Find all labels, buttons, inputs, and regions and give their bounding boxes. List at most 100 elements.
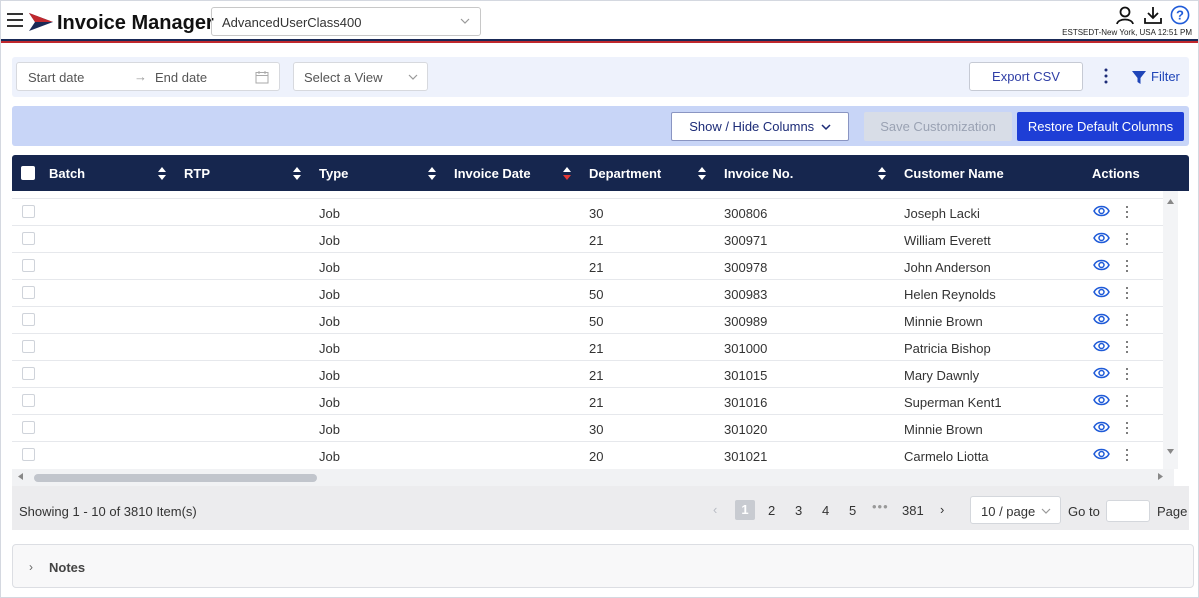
table-row[interactable]: Job 21 301000 Patricia Bishop: [12, 333, 1174, 360]
view-select-placeholder: Select a View: [304, 70, 383, 85]
end-date-input[interactable]: End date: [155, 70, 207, 85]
row-checkbox[interactable]: [22, 313, 35, 326]
row-more-icon[interactable]: [1124, 232, 1130, 246]
view-eye-icon[interactable]: [1093, 231, 1110, 245]
row-more-icon[interactable]: [1124, 421, 1130, 435]
row-more-icon[interactable]: [1124, 394, 1130, 408]
row-more-icon[interactable]: [1124, 286, 1130, 300]
cell-customer-name: Minnie Brown: [904, 422, 983, 437]
scroll-left-icon[interactable]: [18, 473, 23, 480]
row-more-icon[interactable]: [1124, 205, 1130, 219]
horizontal-scrollbar[interactable]: [12, 469, 1174, 486]
table-row[interactable]: Job 50 300983 Helen Reynolds: [12, 279, 1174, 306]
menu-icon[interactable]: [7, 13, 23, 29]
download-icon[interactable]: [1143, 5, 1163, 25]
scrollbar-thumb[interactable]: [34, 474, 317, 482]
help-icon[interactable]: ?: [1170, 5, 1190, 25]
page-ellipsis[interactable]: •••: [872, 499, 889, 514]
column-header-invoice-no[interactable]: Invoice No.: [724, 166, 793, 181]
row-checkbox[interactable]: [22, 232, 35, 245]
row-checkbox[interactable]: [22, 448, 35, 461]
table-row[interactable]: Job 21 301016 Superman Kent1: [12, 387, 1174, 414]
calendar-icon: [255, 71, 269, 84]
notes-panel[interactable]: › Notes: [12, 544, 1194, 588]
row-more-icon[interactable]: [1124, 259, 1130, 273]
view-eye-icon[interactable]: [1093, 339, 1110, 353]
table-row[interactable]: Job 50 300989 Minnie Brown: [12, 306, 1174, 333]
sort-active-icon[interactable]: [563, 167, 571, 180]
cell-department: 30: [589, 422, 604, 437]
column-header-invoice-date[interactable]: Invoice Date: [454, 166, 531, 181]
view-eye-icon[interactable]: [1093, 285, 1110, 299]
scroll-up-icon[interactable]: [1167, 199, 1174, 204]
row-checkbox[interactable]: [22, 340, 35, 353]
header-stripe-red: [1, 41, 1198, 43]
page-4-button[interactable]: 4: [822, 503, 829, 518]
sort-icon[interactable]: [878, 167, 886, 180]
row-checkbox[interactable]: [22, 259, 35, 272]
sort-icon[interactable]: [293, 167, 301, 180]
page-5-button[interactable]: 5: [849, 503, 856, 518]
sort-icon[interactable]: [428, 167, 436, 180]
view-eye-icon[interactable]: [1093, 393, 1110, 407]
table-row[interactable]: Job 21 300971 William Everett: [12, 225, 1174, 252]
view-eye-icon[interactable]: [1093, 312, 1110, 326]
view-eye-icon[interactable]: [1093, 447, 1110, 461]
show-hide-columns-button[interactable]: Show / Hide Columns: [671, 112, 849, 141]
view-eye-icon[interactable]: [1093, 420, 1110, 434]
table-row[interactable]: Job 21 300978 John Anderson: [12, 252, 1174, 279]
row-more-icon[interactable]: [1124, 313, 1130, 327]
column-header-batch[interactable]: Batch: [49, 166, 85, 181]
row-checkbox[interactable]: [22, 286, 35, 299]
view-eye-icon[interactable]: [1093, 258, 1110, 272]
page-size-select[interactable]: 10 / page: [970, 496, 1061, 524]
page-1-button[interactable]: 1: [735, 500, 755, 520]
row-more-icon[interactable]: [1124, 367, 1130, 381]
filter-button[interactable]: Filter: [1132, 69, 1180, 85]
table-row[interactable]: Job 20 301021 Carmelo Liotta: [12, 441, 1174, 468]
cell-department: 50: [589, 314, 604, 329]
cell-department: 30: [589, 206, 604, 221]
cell-type: Job: [319, 368, 340, 383]
column-header-customer-name[interactable]: Customer Name: [904, 166, 1004, 181]
column-header-rtp[interactable]: RTP: [184, 166, 210, 181]
row-checkbox[interactable]: [22, 394, 35, 407]
table-row[interactable]: Job 21 301015 Mary Dawnly: [12, 360, 1174, 387]
page-3-button[interactable]: 3: [795, 503, 802, 518]
save-customization-button[interactable]: Save Customization: [864, 112, 1012, 141]
table-row[interactable]: Job 30 301020 Minnie Brown: [12, 414, 1174, 441]
row-checkbox[interactable]: [22, 367, 35, 380]
view-eye-icon[interactable]: [1093, 204, 1110, 218]
scroll-right-icon[interactable]: [1158, 473, 1163, 480]
vertical-scrollbar[interactable]: [1163, 191, 1178, 469]
chevron-right-icon[interactable]: ›: [29, 560, 33, 574]
goto-page-input[interactable]: [1106, 500, 1150, 522]
view-select[interactable]: Select a View: [293, 62, 428, 91]
scroll-down-icon[interactable]: [1167, 449, 1174, 454]
cell-type: Job: [319, 206, 340, 221]
column-header-department[interactable]: Department: [589, 166, 661, 181]
start-date-input[interactable]: Start date: [28, 70, 84, 85]
more-options-icon[interactable]: [1098, 66, 1114, 86]
export-csv-button[interactable]: Export CSV: [969, 62, 1083, 91]
table-row[interactable]: Job 30 300806 Joseph Lacki: [12, 198, 1174, 225]
page-2-button[interactable]: 2: [768, 503, 775, 518]
row-checkbox[interactable]: [22, 421, 35, 434]
row-checkbox[interactable]: [22, 205, 35, 218]
sort-icon[interactable]: [698, 167, 706, 180]
row-more-icon[interactable]: [1124, 340, 1130, 354]
column-header-type[interactable]: Type: [319, 166, 348, 181]
select-all-checkbox[interactable]: [21, 166, 35, 180]
view-eye-icon[interactable]: [1093, 366, 1110, 380]
user-icon[interactable]: [1115, 5, 1135, 25]
row-more-icon[interactable]: [1124, 448, 1130, 462]
user-class-select[interactable]: AdvancedUserClass400: [211, 7, 481, 36]
next-page-button[interactable]: ›: [940, 502, 944, 517]
last-page-button[interactable]: 381: [902, 503, 924, 518]
restore-default-columns-button[interactable]: Restore Default Columns: [1017, 112, 1184, 141]
filter-label: Filter: [1151, 69, 1180, 84]
cell-department: 21: [589, 260, 604, 275]
prev-page-button[interactable]: ‹: [713, 502, 717, 517]
sort-icon[interactable]: [158, 167, 166, 180]
date-range-picker[interactable]: Start date → End date: [16, 62, 280, 91]
